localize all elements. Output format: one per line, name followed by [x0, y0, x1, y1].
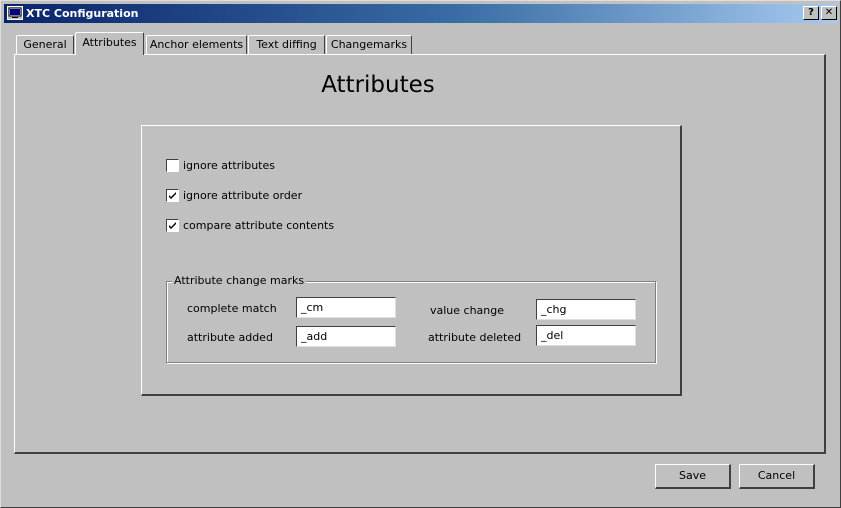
attribute-deleted-input[interactable]	[536, 325, 636, 346]
attribute-change-marks-group	[166, 281, 656, 363]
ignore-attribute-order-checkbox[interactable]	[166, 189, 179, 202]
compare-attribute-contents-checkbox[interactable]	[166, 219, 179, 232]
checkmark-icon	[169, 222, 176, 229]
tab-label: Anchor elements	[149, 38, 244, 51]
complete-match-input[interactable]	[296, 297, 396, 318]
app-icon	[7, 6, 23, 20]
tab-label: Text diffing	[256, 38, 317, 51]
attribute-change-marks-legend: Attribute change marks	[172, 274, 307, 287]
title-bar[interactable]: XTC Configuration ? ✕	[4, 4, 837, 23]
ignore-attribute-order-label: ignore attribute order	[183, 189, 303, 202]
tab-attributes[interactable]: Attributes	[75, 32, 144, 55]
help-button[interactable]: ?	[803, 6, 819, 20]
save-button[interactable]: Save	[655, 464, 731, 489]
active-tab-joiner	[76, 53, 143, 56]
value-change-label: value change	[430, 304, 505, 317]
attribute-added-input[interactable]	[296, 326, 396, 347]
value-change-input[interactable]	[536, 299, 636, 320]
tab-label: Changemarks	[330, 38, 408, 51]
compare-attribute-contents-label: compare attribute contents	[183, 219, 335, 232]
complete-match-label: complete match	[187, 302, 277, 315]
tab-anchor-elements[interactable]: Anchor elements	[146, 35, 247, 55]
tab-label: Attributes	[82, 36, 137, 49]
window-title: XTC Configuration	[26, 7, 139, 20]
attribute-deleted-label: attribute deleted	[428, 331, 522, 344]
close-button[interactable]: ✕	[821, 6, 837, 20]
attribute-added-label: attribute added	[187, 331, 273, 344]
ignore-attributes-label: ignore attributes	[183, 159, 275, 172]
tab-text-diffing[interactable]: Text diffing	[248, 35, 325, 55]
ignore-attributes-checkbox[interactable]	[166, 159, 179, 172]
tab-general[interactable]: General	[16, 35, 74, 55]
checkmark-icon	[169, 192, 176, 199]
tab-changemarks[interactable]: Changemarks	[326, 35, 412, 55]
tab-label: General	[23, 38, 67, 51]
page-title: Attributes	[321, 72, 435, 98]
cancel-button[interactable]: Cancel	[739, 464, 815, 489]
